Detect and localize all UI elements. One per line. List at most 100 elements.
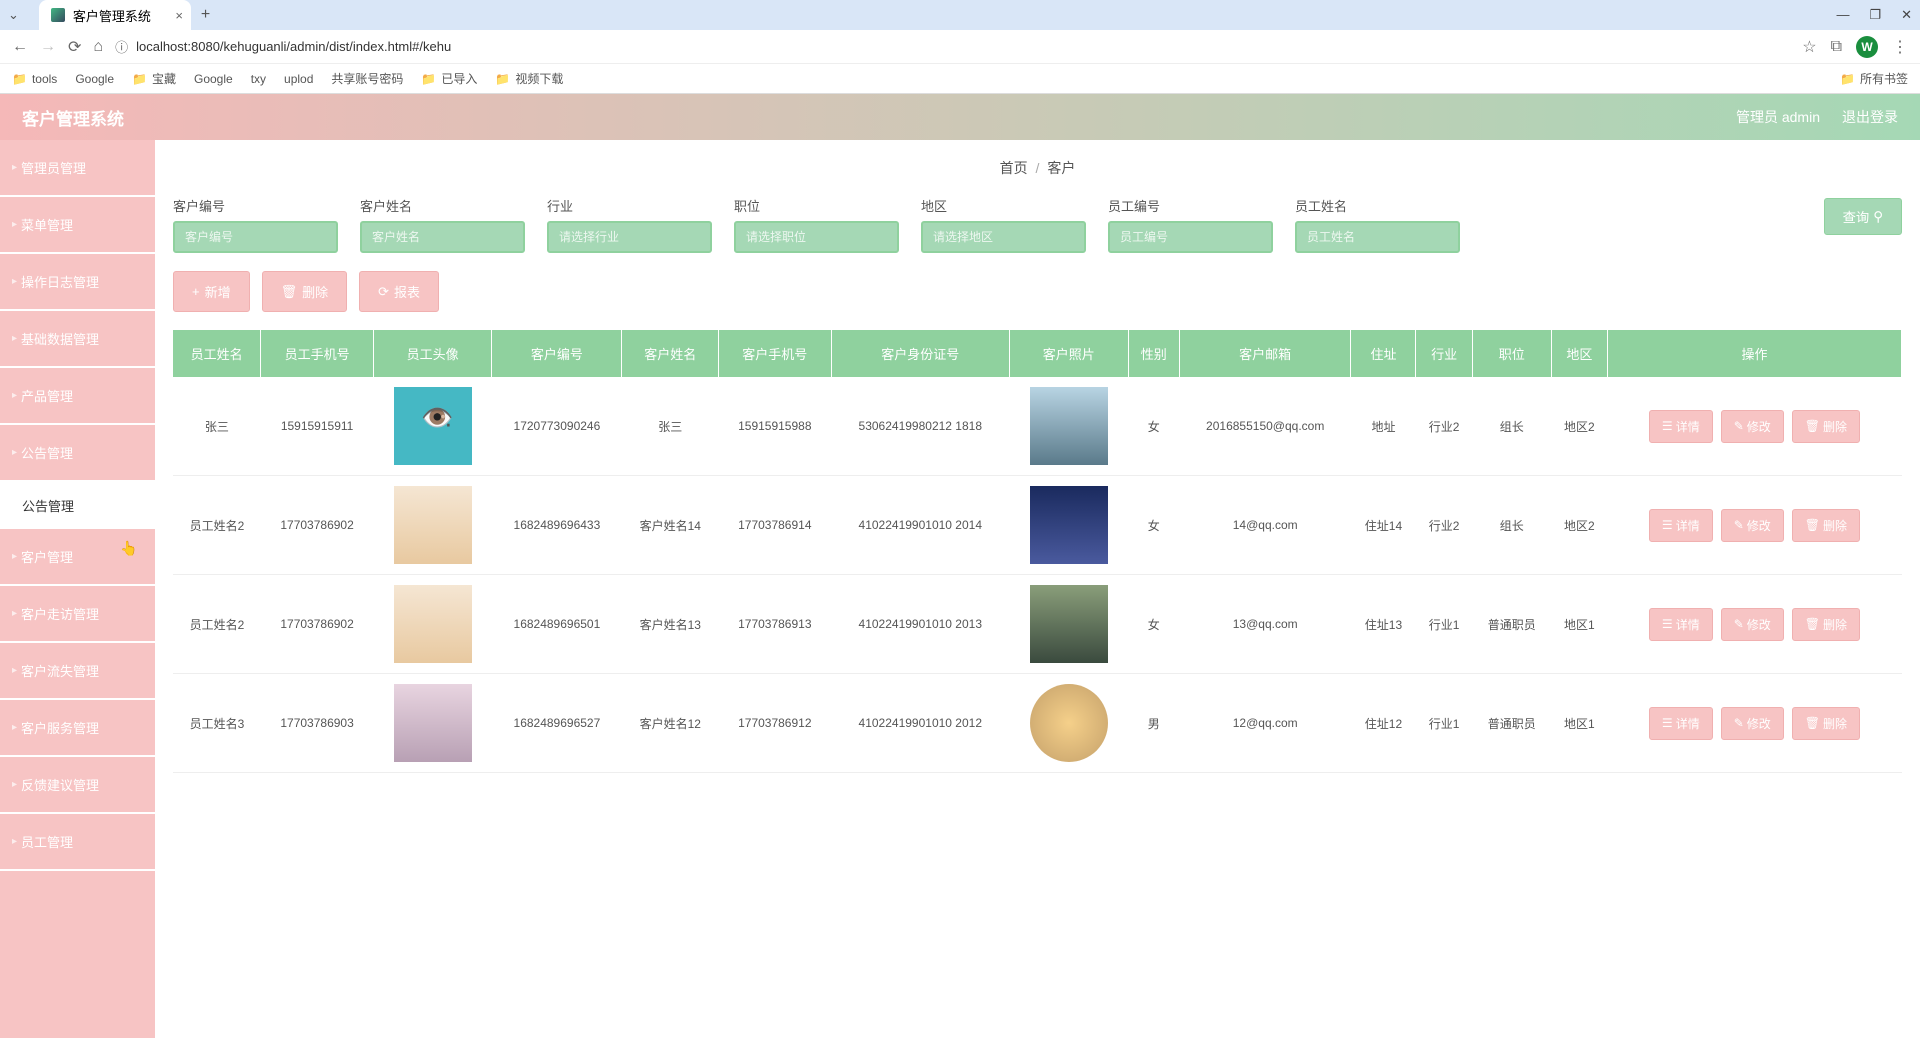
table-cell — [373, 575, 492, 674]
filter-input-3[interactable] — [734, 221, 899, 253]
search-icon: ⚲ — [1873, 209, 1883, 225]
forward-icon[interactable]: → — [40, 38, 56, 56]
bookmark-item[interactable]: 宝藏 — [132, 70, 176, 87]
bookmark-item[interactable]: txy — [251, 72, 266, 86]
close-icon[interactable]: × — [175, 8, 183, 23]
filter-0: 客户编号 — [173, 196, 338, 253]
table-cell: 男 — [1128, 674, 1179, 773]
bookmark-item[interactable]: 已导入 — [421, 70, 477, 87]
detail-button[interactable]: ☰ 详情 — [1649, 608, 1713, 641]
detail-button[interactable]: ☰ 详情 — [1649, 509, 1713, 542]
delete-button[interactable]: 🗑 删除 — [1792, 608, 1860, 641]
filter-input-0[interactable] — [173, 221, 338, 253]
sidebar-item-9[interactable]: 客户流失管理 — [0, 643, 155, 700]
sidebar-item-11[interactable]: 反馈建议管理 — [0, 757, 155, 814]
customer-photo[interactable] — [1030, 486, 1108, 564]
search-button[interactable]: 查询 ⚲ — [1824, 198, 1902, 235]
filter-input-6[interactable] — [1295, 221, 1460, 253]
table-cell: 地区1 — [1551, 575, 1607, 674]
column-header: 地区 — [1551, 330, 1607, 377]
detail-icon: ☰ — [1662, 617, 1673, 631]
sidebar-item-6[interactable]: 公告管理 — [0, 482, 155, 529]
filter-input-4[interactable] — [921, 221, 1086, 253]
filter-bar: 客户编号客户姓名行业职位地区员工编号员工姓名 查询 ⚲ — [173, 196, 1902, 253]
table-cell: 17703786902 — [261, 575, 374, 674]
home-icon[interactable]: ⌂ — [93, 38, 103, 56]
filter-input-1[interactable] — [360, 221, 525, 253]
customer-photo[interactable] — [1030, 387, 1108, 465]
delete-icon: 🗑 — [1805, 716, 1820, 730]
add-button[interactable]: +新增 — [173, 271, 250, 312]
report-label: 报表 — [394, 282, 420, 301]
sidebar-item-0[interactable]: 管理员管理 — [0, 140, 155, 197]
column-header: 操作 — [1607, 330, 1901, 377]
filter-label: 客户姓名 — [360, 196, 525, 215]
logout-button[interactable]: 退出登录 — [1842, 107, 1898, 127]
bookmark-item[interactable]: uplod — [284, 72, 313, 86]
table-cell: 1682489696433 — [492, 476, 622, 575]
edit-button[interactable]: ✎ 修改 — [1721, 410, 1784, 443]
back-icon[interactable]: ← — [12, 38, 28, 56]
employee-avatar[interactable] — [394, 387, 472, 465]
table-cell: 41022419901010 2013 — [831, 575, 1009, 674]
detail-button[interactable]: ☰ 详情 — [1649, 707, 1713, 740]
maximize-icon[interactable]: ❐ — [1869, 7, 1881, 23]
bookmark-bar: tools Google 宝藏 Google txy uplod 共享账号密码 … — [0, 64, 1920, 94]
sidebar-item-1[interactable]: 菜单管理 — [0, 197, 155, 254]
sidebar-item-3[interactable]: 基础数据管理 — [0, 311, 155, 368]
edit-icon: ✎ — [1734, 518, 1744, 532]
edit-button[interactable]: ✎ 修改 — [1721, 509, 1784, 542]
employee-avatar[interactable] — [394, 585, 472, 663]
customer-photo[interactable] — [1030, 585, 1108, 663]
delete-button[interactable]: 🗑 删除 — [1792, 707, 1860, 740]
bookmark-item[interactable]: Google — [194, 72, 233, 86]
sidebar-item-4[interactable]: 产品管理 — [0, 368, 155, 425]
new-tab-button[interactable]: + — [201, 6, 210, 24]
minimize-icon[interactable]: — — [1836, 7, 1849, 23]
sidebar-item-10[interactable]: 客户服务管理 — [0, 700, 155, 757]
extensions-icon[interactable]: ⧉ — [1831, 38, 1842, 56]
profile-avatar[interactable]: W — [1856, 36, 1878, 58]
customer-photo[interactable] — [1030, 684, 1108, 762]
tab-dropdown-icon[interactable]: ⌄ — [8, 7, 19, 23]
edit-icon: ✎ — [1734, 617, 1744, 631]
close-window-icon[interactable]: ✕ — [1901, 7, 1912, 23]
all-bookmarks[interactable]: 所有书签 — [1840, 70, 1908, 87]
sidebar-item-5[interactable]: 公告管理 — [0, 425, 155, 482]
table-cell: 17703786913 — [719, 575, 832, 674]
browser-tab[interactable]: 客户管理系统 × — [39, 0, 191, 31]
delete-button[interactable]: 🗑删除 — [262, 271, 348, 312]
app-title: 客户管理系统 — [22, 105, 124, 130]
reload-icon[interactable]: ⟳ — [68, 37, 81, 57]
admin-label[interactable]: 管理员 admin — [1736, 107, 1820, 127]
search-button-label: 查询 — [1843, 207, 1870, 226]
bookmark-item[interactable]: 视频下载 — [495, 70, 563, 87]
site-info-icon[interactable]: ⓘ — [115, 37, 128, 56]
employee-avatar[interactable] — [394, 684, 472, 762]
menu-icon[interactable]: ⋮ — [1892, 37, 1908, 57]
bookmark-star-icon[interactable]: ☆ — [1802, 37, 1816, 57]
edit-button[interactable]: ✎ 修改 — [1721, 707, 1784, 740]
address-bar[interactable]: ⓘ localhost:8080/kehuguanli/admin/dist/i… — [115, 37, 1790, 56]
breadcrumb-current: 客户 — [1047, 160, 1075, 176]
sidebar-item-2[interactable]: 操作日志管理 — [0, 254, 155, 311]
filter-label: 行业 — [547, 196, 712, 215]
sidebar-item-7[interactable]: 客户管理 — [0, 529, 155, 586]
sidebar-item-8[interactable]: 客户走访管理 — [0, 586, 155, 643]
filter-label: 员工姓名 — [1295, 196, 1460, 215]
breadcrumb-home[interactable]: 首页 — [1000, 160, 1028, 176]
employee-avatar[interactable] — [394, 486, 472, 564]
app-header: 客户管理系统 管理员 admin 退出登录 — [0, 94, 1920, 140]
column-header: 客户身份证号 — [831, 330, 1009, 377]
bookmark-item[interactable]: Google — [75, 72, 114, 86]
detail-button[interactable]: ☰ 详情 — [1649, 410, 1713, 443]
filter-input-5[interactable] — [1108, 221, 1273, 253]
bookmark-item[interactable]: 共享账号密码 — [331, 70, 403, 87]
delete-button[interactable]: 🗑 删除 — [1792, 509, 1860, 542]
filter-input-2[interactable] — [547, 221, 712, 253]
bookmark-item[interactable]: tools — [12, 72, 57, 86]
edit-button[interactable]: ✎ 修改 — [1721, 608, 1784, 641]
report-button[interactable]: ⟳报表 — [359, 271, 439, 312]
delete-button[interactable]: 🗑 删除 — [1792, 410, 1860, 443]
sidebar-item-12[interactable]: 员工管理 — [0, 814, 155, 871]
